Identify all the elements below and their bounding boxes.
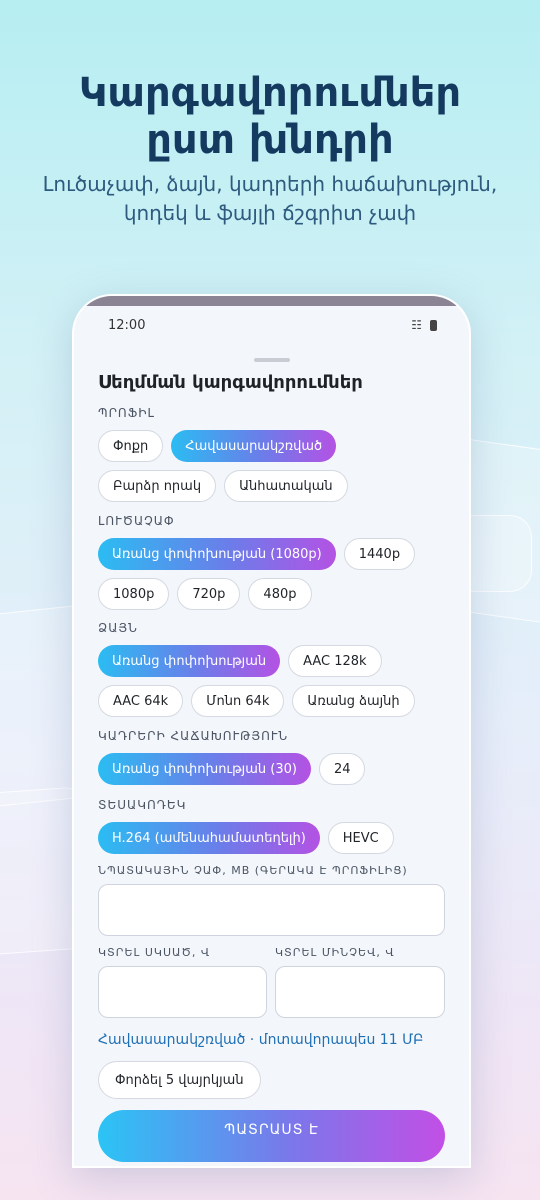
target-size-input[interactable] [98, 884, 445, 936]
resolution-chip[interactable]: 1080p [98, 578, 170, 610]
resolution-chip[interactable]: 480p [248, 578, 312, 610]
resolution-label: ԼՈՒԾԱՉԱՓ [98, 514, 175, 528]
profile-chip[interactable]: Բարձր որակ [98, 470, 217, 502]
status-time: 12:00 [108, 318, 146, 333]
audio-chip[interactable]: Առանց ձայնի [292, 685, 415, 717]
framerate-label: ԿԱԴՐԵՐԻ ՀԱՃԱԽՈՒԹՅՈՒՆ [98, 729, 289, 743]
codec-chip[interactable]: H.264 (ամենահամատեղելի) [98, 822, 320, 854]
drag-handle[interactable] [254, 358, 290, 362]
audio-chip[interactable]: Առանց փոփոխության [98, 645, 281, 677]
trim-start-label: ԿՏՐԵԼ ՍԿՍԱԾ, Վ [98, 946, 211, 959]
framerate-chip[interactable]: 24 [318, 753, 366, 785]
profile-label: ՊՐՈՖԻԼ [98, 406, 155, 420]
audio-chips: Առանց փոփոխության AAC 128k AAC 64k Մոնո 64k… [98, 645, 448, 717]
codec-chip[interactable]: HEVC [327, 822, 394, 854]
size-summary: Հավասարակշռված · մոտավորապես 11 ՄԲ [98, 1032, 424, 1048]
battery-icon [430, 319, 437, 331]
trim-end-input[interactable] [275, 966, 445, 1018]
resolution-chip[interactable]: 720p [177, 578, 241, 610]
status-icons: ☷ [411, 318, 437, 332]
audio-chip[interactable]: AAC 128k [288, 645, 382, 677]
codec-chips: H.264 (ամենահամատեղելի) HEVC [98, 822, 448, 854]
signal-icon: ☷ [411, 318, 422, 332]
sheet-title: Սեղմման կարգավորումներ [98, 372, 363, 393]
profile-chip[interactable]: Հավասարակշռված [171, 430, 337, 462]
resolution-chip[interactable]: 1440p [343, 538, 416, 570]
phone-frame: 12:00 ☷ Սեղմման կարգավորումներ ՊՐՈՖԻԼ Փո… [72, 294, 471, 1168]
codec-label: ՏԵՍԱԿՈԴԵԿ [98, 798, 187, 812]
audio-label: ՁԱՅՆ [98, 621, 138, 635]
trim-end-label: ԿՏՐԵԼ ՄԻՆՉԵՎ, Վ [275, 946, 395, 959]
audio-chip[interactable]: AAC 64k [98, 685, 184, 717]
resolution-chips: Առանց փոփոխության (1080p) 1440p 1080p 720p 4… [98, 538, 448, 610]
target-size-label: ՆՊԱՏԱԿԱՅԻՆ ՉԱՓ, MB (ԳԵՐԱԿԱ Է ՊՐՈՖԻԼԻՑ) [98, 864, 408, 877]
hero-title: Կարգավորումներ ըստ խնդրի [78, 70, 462, 163]
profile-chip[interactable]: Անհատական [224, 470, 348, 502]
trim-start-input[interactable] [98, 966, 267, 1018]
try-5-seconds-button[interactable]: Փորձել 5 վայրկյան [98, 1061, 261, 1099]
hero-subtitle: Լուծաչափ, ձայն, կադրերի հաճախություն, կո… [42, 172, 498, 225]
profile-chip[interactable]: Փոքր [98, 430, 164, 462]
profile-chips: Փոքր Հավասարակշռված Բարձր որակ Անհատական [98, 430, 448, 502]
framerate-chip[interactable]: Առանց փոփոխության (30) [98, 753, 311, 785]
resolution-chip[interactable]: Առանց փոփոխության (1080p) [98, 538, 336, 570]
audio-chip[interactable]: Մոնո 64k [191, 685, 285, 717]
framerate-chips: Առանց փոփոխության (30) 24 [98, 753, 448, 785]
done-button[interactable]: ՊԱՏՐԱՍՏ Է [98, 1110, 445, 1162]
